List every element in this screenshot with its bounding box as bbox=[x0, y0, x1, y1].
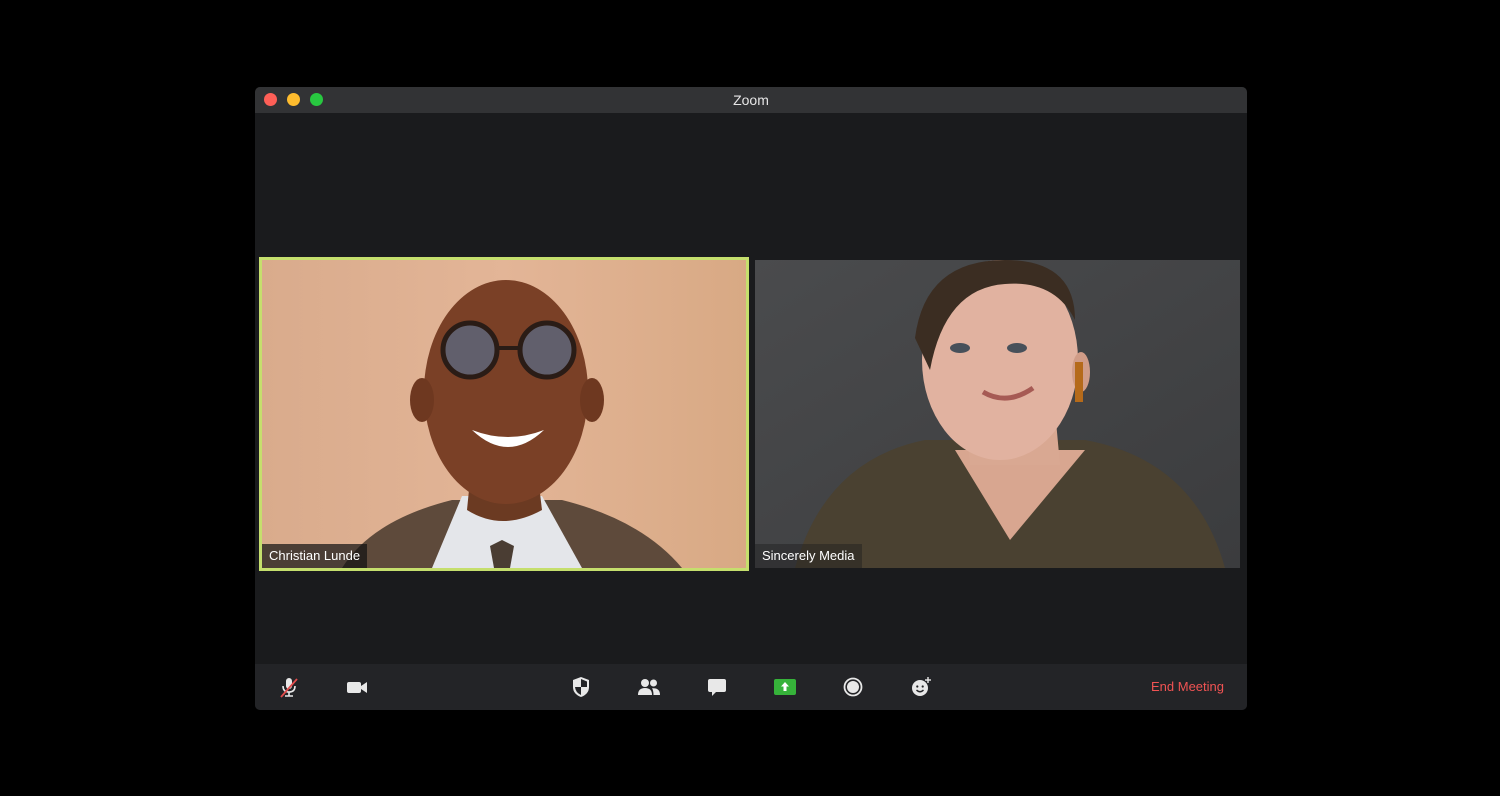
record-button[interactable] bbox=[841, 675, 865, 699]
meeting-controls-toolbar: End Meeting bbox=[255, 664, 1247, 710]
window-title: Zoom bbox=[733, 92, 769, 108]
reactions-icon bbox=[912, 677, 931, 696]
end-meeting-button[interactable]: End Meeting bbox=[1151, 679, 1224, 694]
shield-icon bbox=[573, 677, 589, 697]
video-tile[interactable]: Sincerely Media bbox=[755, 260, 1240, 568]
participant-video bbox=[755, 260, 1240, 568]
participant-name-label: Sincerely Media bbox=[755, 544, 862, 568]
chat-icon bbox=[708, 679, 726, 696]
video-tile-active-speaker[interactable]: Christian Lunde bbox=[259, 257, 749, 571]
security-button[interactable] bbox=[569, 675, 593, 699]
zoom-window: Zoom Christian Lunde Sincerely Media End… bbox=[255, 87, 1247, 710]
chat-button[interactable] bbox=[705, 675, 729, 699]
participants-button[interactable] bbox=[637, 675, 661, 699]
microphone-muted-icon bbox=[280, 678, 298, 698]
share-screen-button[interactable] bbox=[773, 675, 797, 699]
participant-video bbox=[262, 260, 746, 568]
stop-video-button[interactable] bbox=[345, 675, 369, 699]
title-bar: Zoom bbox=[255, 87, 1247, 113]
participant-name-label: Christian Lunde bbox=[262, 544, 368, 568]
video-gallery: Christian Lunde Sincerely Media bbox=[255, 113, 1247, 664]
record-icon bbox=[843, 677, 863, 697]
video-camera-icon bbox=[347, 682, 367, 693]
share-screen-icon bbox=[774, 679, 796, 695]
reactions-button[interactable] bbox=[909, 675, 933, 699]
mute-button[interactable] bbox=[277, 675, 301, 699]
participants-icon bbox=[638, 679, 660, 695]
